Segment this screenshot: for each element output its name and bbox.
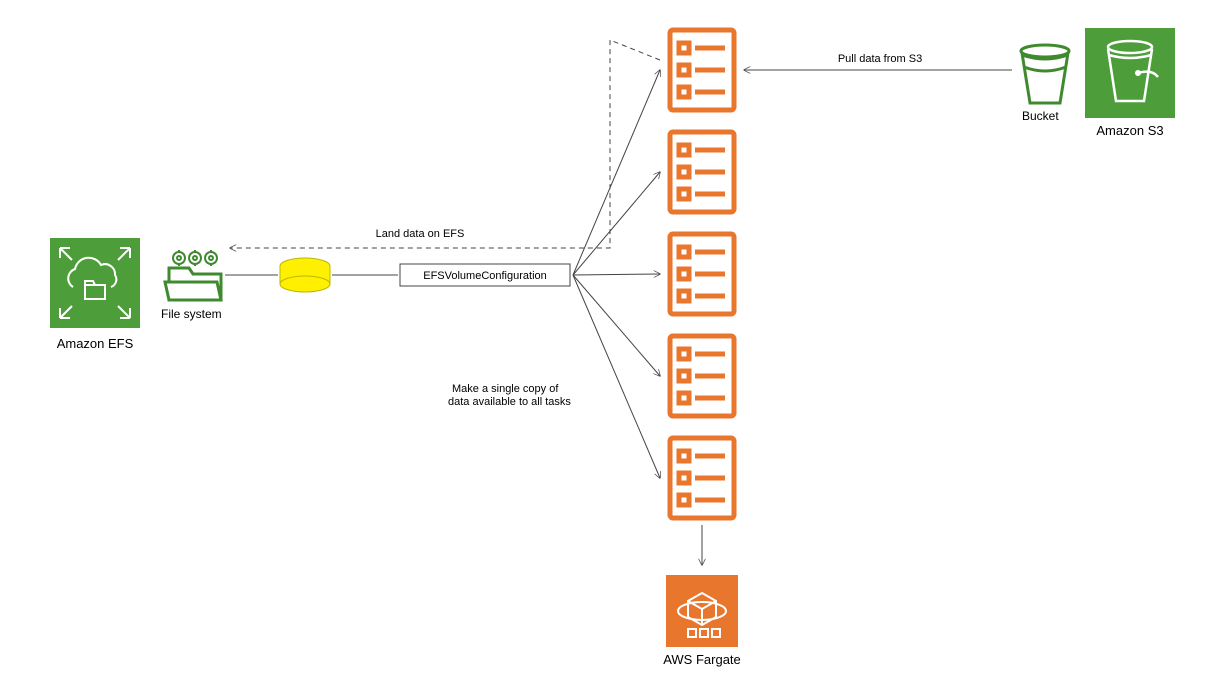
disk-icon bbox=[280, 258, 330, 292]
single-copy-label-l1: Make a single copy of bbox=[452, 383, 559, 395]
task-icon bbox=[670, 438, 734, 518]
task-icon bbox=[670, 336, 734, 416]
task-icon bbox=[670, 234, 734, 314]
task-icons-group bbox=[670, 30, 734, 518]
task-icon bbox=[670, 132, 734, 212]
pull-data-label: Pull data from S3 bbox=[838, 53, 922, 65]
efs-tile bbox=[50, 238, 140, 328]
single-copy-label-l2: data available to all tasks bbox=[448, 396, 571, 408]
land-data-path bbox=[230, 40, 660, 248]
fargate-tile bbox=[666, 575, 738, 647]
s3-tile bbox=[1085, 28, 1175, 118]
file-system-label: File system bbox=[161, 307, 222, 321]
efs-volume-config-box: EFSVolumeConfiguration bbox=[400, 264, 570, 286]
svg-text:EFSVolumeConfiguration: EFSVolumeConfiguration bbox=[423, 270, 547, 282]
file-system-icon bbox=[165, 250, 221, 300]
bucket-label: Bucket bbox=[1022, 109, 1059, 123]
fargate-label: AWS Fargate bbox=[663, 652, 741, 667]
config-to-tasks-arrows bbox=[573, 70, 660, 478]
task-icon bbox=[670, 30, 734, 110]
efs-label: Amazon EFS bbox=[57, 336, 134, 351]
s3-label: Amazon S3 bbox=[1096, 123, 1163, 138]
land-data-label: Land data on EFS bbox=[376, 228, 465, 240]
bucket-icon bbox=[1021, 45, 1069, 103]
architecture-diagram: Amazon EFS File system EFSVolumeConf bbox=[0, 0, 1208, 694]
